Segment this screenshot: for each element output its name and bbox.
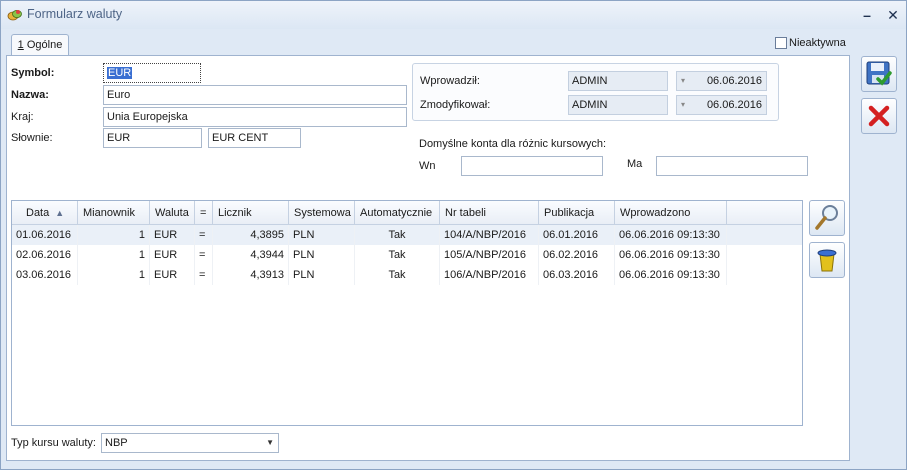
tab-ogolne[interactable]: 1 Ogólne — [11, 34, 69, 56]
cell-systemowa: PLN — [289, 225, 355, 245]
kraj-label: Kraj: — [11, 111, 34, 123]
cell-mianownik: 1 — [78, 245, 150, 265]
kraj-input[interactable]: Unia Europejska — [103, 107, 407, 127]
sort-asc-icon: ▲ — [55, 208, 65, 218]
cell-licznik: 4,3944 — [213, 245, 289, 265]
cell-mianownik: 1 — [78, 225, 150, 245]
column-header-systemowa[interactable]: Systemowa — [289, 201, 355, 224]
konta-title: Domyślne konta dla różnic kursowych: — [419, 138, 607, 150]
cell-automatycznie: Tak — [355, 245, 440, 265]
symbol-value: EUR — [107, 67, 133, 79]
slownie-sub-input[interactable]: EUR CENT — [208, 128, 301, 148]
column-header-equals[interactable]: = — [195, 201, 213, 224]
ma-input[interactable] — [656, 156, 808, 176]
cell-automatycznie: Tak — [355, 225, 440, 245]
table-row[interactable]: 02.06.2016 1 EUR = 4,3944 PLN Tak 105/A/… — [12, 245, 802, 265]
typ-kursu-select[interactable]: NBP ▼ — [101, 433, 279, 453]
inactive-label: Nieaktywna — [789, 37, 846, 49]
cell-wprowadzono: 06.06.2016 09:13:30 — [615, 245, 727, 265]
cell-data: 01.06.2016 — [12, 225, 78, 245]
zmodyfikowal-date-value: 06.06.2016 — [706, 99, 762, 111]
app-icon — [7, 10, 22, 21]
column-label: Data — [26, 207, 50, 219]
wn-input[interactable] — [461, 156, 603, 176]
cell-nr-tabeli: 104/A/NBP/2016 — [440, 225, 539, 245]
cell-waluta: EUR — [150, 225, 195, 245]
column-header-nr-tabeli[interactable]: Nr tabeli — [440, 201, 539, 224]
column-header-waluta[interactable]: Waluta — [150, 201, 195, 224]
cell-licznik: 4,3895 — [213, 225, 289, 245]
column-header-publikacja[interactable]: Publikacja — [539, 201, 615, 224]
table-row[interactable]: 03.06.2016 1 EUR = 4,3913 PLN Tak 106/A/… — [12, 265, 802, 285]
cell-data: 02.06.2016 — [12, 245, 78, 265]
cell-wprowadzono: 06.06.2016 09:13:30 — [615, 265, 727, 285]
column-header-wprowadzono[interactable]: Wprowadzono — [615, 201, 727, 224]
exchange-rates-table: Data ▲ Mianownik Waluta = Licznik Systemo… — [11, 200, 803, 426]
zmodyfikowal-label: Zmodyfikował: — [420, 99, 491, 111]
symbol-input[interactable]: EUR — [103, 63, 201, 83]
cell-publikacja: 06.02.2016 — [539, 245, 615, 265]
cell-waluta: EUR — [150, 245, 195, 265]
chevron-down-icon: ▼ — [266, 438, 274, 447]
column-header-licznik[interactable]: Licznik — [213, 201, 289, 224]
column-header-mianownik[interactable]: Mianownik — [78, 201, 150, 224]
cell-systemowa: PLN — [289, 245, 355, 265]
column-header-data[interactable]: Data ▲ — [12, 201, 78, 224]
save-icon — [866, 61, 892, 86]
zmodyfikowal-date: ▾ 06.06.2016 — [676, 95, 767, 115]
slownie-main-input[interactable]: EUR — [103, 128, 202, 148]
cell-systemowa: PLN — [289, 265, 355, 285]
window-title: Formularz waluty — [27, 7, 123, 21]
delete-button[interactable] — [809, 242, 845, 278]
inactive-checkbox[interactable] — [775, 37, 787, 49]
nazwa-label: Nazwa: — [11, 89, 49, 101]
trash-icon — [817, 249, 837, 272]
cell-wprowadzono: 06.06.2016 09:13:30 — [615, 225, 727, 245]
wn-label: Wn — [419, 160, 436, 172]
ma-label: Ma — [627, 158, 643, 170]
cancel-button[interactable] — [861, 98, 897, 134]
cell-nr-tabeli: 106/A/NBP/2016 — [440, 265, 539, 285]
cell-automatycznie: Tak — [355, 265, 440, 285]
cell-equals: = — [195, 245, 213, 265]
symbol-label: Symbol: — [11, 67, 55, 79]
cancel-icon — [868, 105, 890, 127]
preview-button[interactable] — [809, 200, 845, 236]
chevron-down-icon: ▾ — [681, 100, 686, 109]
tab-label: Ogólne — [23, 39, 63, 51]
table-header: Data ▲ Mianownik Waluta = Licznik Systemo… — [12, 201, 802, 225]
table-row[interactable]: 01.06.2016 1 EUR = 4,3895 PLN Tak 104/A/… — [12, 225, 802, 245]
cell-equals: = — [195, 225, 213, 245]
title-bar: Formularz waluty – ✕ — [1, 1, 906, 29]
cell-licznik: 4,3913 — [213, 265, 289, 285]
save-button[interactable] — [861, 56, 897, 92]
cell-mianownik: 1 — [78, 265, 150, 285]
nazwa-input[interactable]: Euro — [103, 85, 407, 105]
cell-publikacja: 06.03.2016 — [539, 265, 615, 285]
typ-kursu-value: NBP — [105, 437, 128, 449]
zmodyfikowal-user: ADMIN — [568, 95, 668, 115]
column-header-automatycznie[interactable]: Automatycznie — [355, 201, 440, 224]
cell-nr-tabeli: 105/A/NBP/2016 — [440, 245, 539, 265]
cell-publikacja: 06.01.2016 — [539, 225, 615, 245]
wprowadzil-date: ▾ 06.06.2016 — [676, 71, 767, 91]
wprowadzil-date-value: 06.06.2016 — [706, 75, 762, 87]
typ-kursu-label: Typ kursu waluty: — [11, 437, 96, 449]
cell-equals: = — [195, 265, 213, 285]
cell-waluta: EUR — [150, 265, 195, 285]
inactive-toggle[interactable]: Nieaktywna — [775, 37, 846, 49]
wprowadzil-label: Wprowadził: — [420, 75, 480, 87]
slownie-label: Słownie: — [11, 132, 53, 144]
chevron-down-icon: ▾ — [681, 76, 686, 85]
minimize-icon[interactable]: – — [857, 5, 877, 25]
cell-data: 03.06.2016 — [12, 265, 78, 285]
magnifier-icon — [815, 205, 838, 230]
currency-form-window: Formularz waluty – ✕ 1 Ogólne Nieaktywna… — [0, 0, 907, 470]
wprowadzil-user: ADMIN — [568, 71, 668, 91]
close-icon[interactable]: ✕ — [883, 5, 903, 25]
